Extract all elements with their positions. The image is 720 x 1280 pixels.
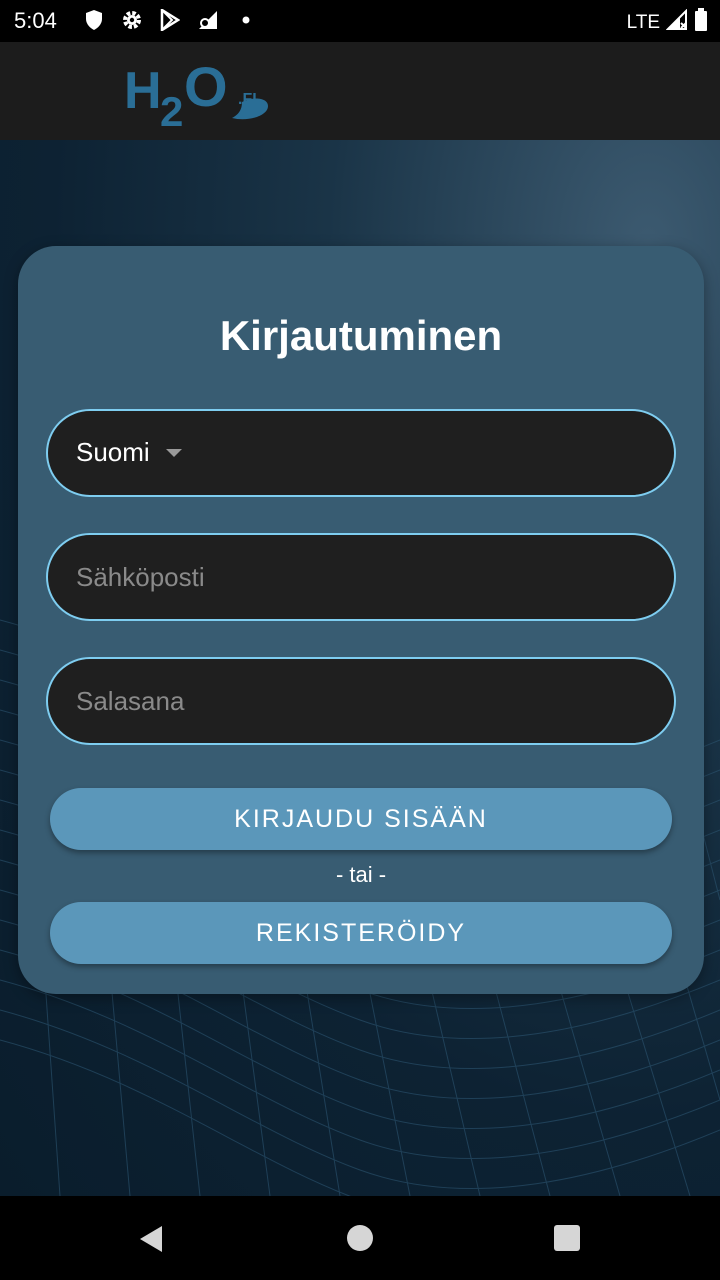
back-icon[interactable] (138, 1224, 164, 1254)
login-card: Kirjautuminen Suomi KIRJAUDU SISÄÄN - ta… (18, 246, 704, 994)
app-header: H 2 O .FI (0, 42, 720, 140)
svg-text:.FI: .FI (238, 91, 257, 108)
email-field[interactable] (48, 535, 674, 619)
h2o-logo: H 2 O .FI (124, 55, 268, 132)
svg-text:H: H (124, 62, 159, 120)
recents-icon[interactable] (554, 1225, 580, 1251)
chevron-down-icon (166, 449, 182, 457)
notification-icons (82, 8, 258, 32)
login-button[interactable]: KIRJAUDU SISÄÄN (50, 788, 672, 850)
password-field-wrapper (46, 657, 676, 745)
password-field[interactable] (48, 659, 674, 743)
battery-icon (694, 8, 708, 37)
status-right: LTE (627, 8, 708, 37)
status-bar: 5:04 LTE (0, 0, 720, 42)
language-select-value: Suomi (76, 437, 150, 467)
svg-text:2: 2 (160, 88, 183, 132)
status-time: 5:04 (14, 8, 57, 33)
language-select[interactable]: Suomi (46, 409, 676, 497)
register-button[interactable]: REKISTERÖIDY (50, 902, 672, 964)
network-type: LTE (626, 11, 660, 33)
dot-icon (234, 8, 258, 32)
signal-icon (665, 8, 688, 36)
wifi-sync-icon (196, 8, 220, 32)
email-field-wrapper (46, 533, 676, 621)
play-store-icon (158, 8, 182, 32)
svg-text:O: O (184, 55, 228, 118)
page-title: Kirjautuminen (219, 312, 503, 359)
home-icon[interactable] (347, 1225, 373, 1251)
shield-icon (82, 8, 106, 32)
gear-icon (120, 8, 144, 32)
navigation-bar (0, 1196, 720, 1280)
or-divider-text: - tai - (335, 862, 387, 887)
